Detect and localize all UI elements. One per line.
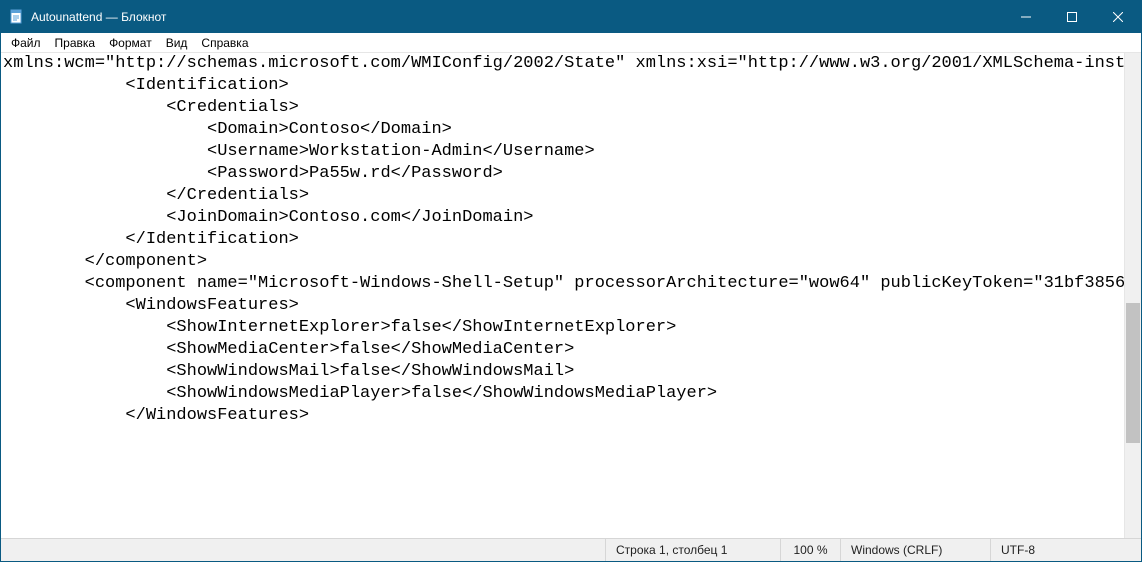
editor-area: xmlns:wcm="http://schemas.microsoft.com/… — [1, 53, 1141, 538]
menu-view[interactable]: Вид — [160, 35, 194, 51]
text-editor[interactable]: xmlns:wcm="http://schemas.microsoft.com/… — [1, 53, 1124, 538]
status-encoding: UTF-8 — [990, 539, 1141, 561]
window-title: Autounattend — Блокнот — [31, 10, 166, 24]
close-button[interactable] — [1095, 1, 1141, 33]
status-empty — [1, 539, 605, 561]
maximize-button[interactable] — [1049, 1, 1095, 33]
titlebar[interactable]: Autounattend — Блокнот — [1, 1, 1141, 33]
vertical-scrollbar[interactable] — [1124, 53, 1141, 538]
status-zoom: 100 % — [780, 539, 840, 561]
status-position: Строка 1, столбец 1 — [605, 539, 780, 561]
statusbar: Строка 1, столбец 1 100 % Windows (CRLF)… — [1, 538, 1141, 561]
menu-edit[interactable]: Правка — [49, 35, 102, 51]
minimize-button[interactable] — [1003, 1, 1049, 33]
menu-file[interactable]: Файл — [5, 35, 47, 51]
menu-help[interactable]: Справка — [195, 35, 254, 51]
menubar: Файл Правка Формат Вид Справка — [1, 33, 1141, 53]
menu-format[interactable]: Формат — [103, 35, 158, 51]
status-line-ending: Windows (CRLF) — [840, 539, 990, 561]
notepad-window: Autounattend — Блокнот Файл Правка Форма… — [0, 0, 1142, 562]
scrollbar-thumb[interactable] — [1126, 303, 1140, 443]
notepad-icon — [9, 9, 25, 25]
